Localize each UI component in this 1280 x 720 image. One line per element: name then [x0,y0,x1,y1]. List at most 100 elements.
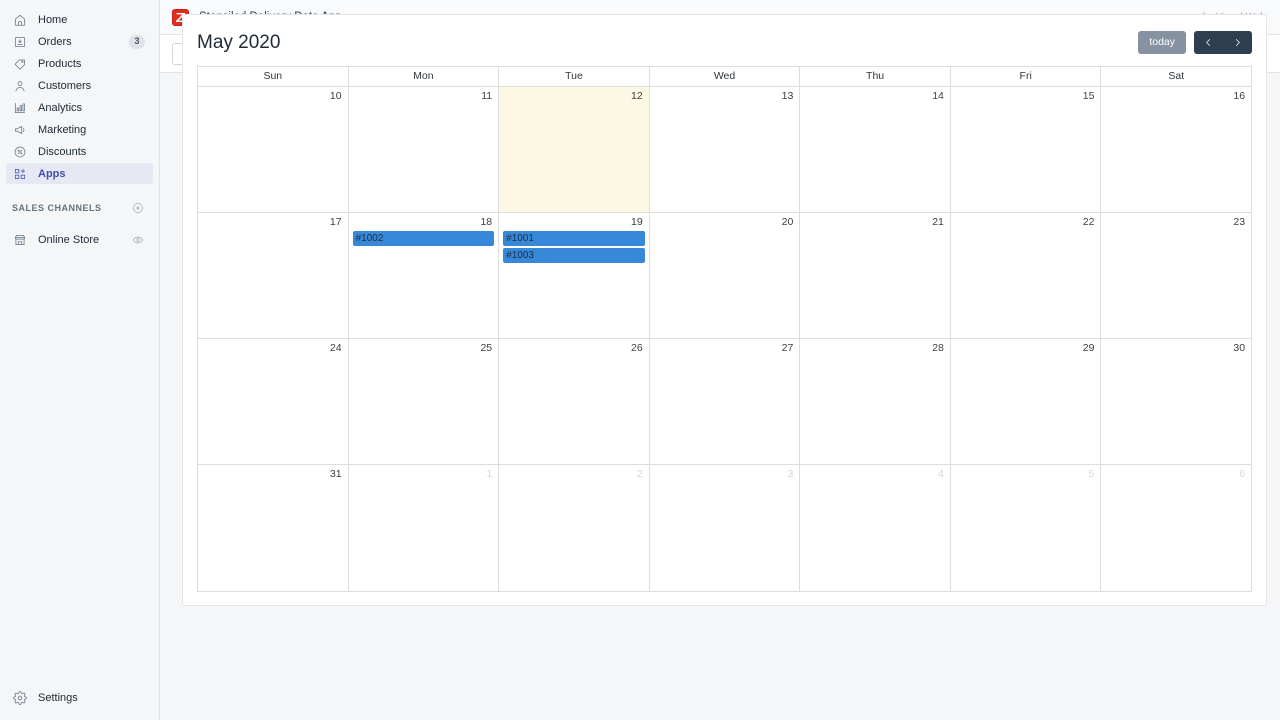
sidebar-channel-label: Online Store [38,234,131,246]
sidebar-item-home[interactable]: Home [6,9,153,30]
calendar-day-cell[interactable]: 20 [650,213,801,338]
app-root: HomeOrders3ProductsCustomersAnalyticsMar… [0,0,1280,720]
analytics-icon [13,101,27,115]
sidebar-item-orders[interactable]: Orders3 [6,31,153,52]
home-icon [12,12,28,28]
calendar-day-cell[interactable]: 10 [198,87,349,212]
store-icon [13,233,27,247]
calendar-day-cell[interactable]: 13 [650,87,801,212]
sidebar-item-label: Orders [38,36,129,48]
sidebar-item-analytics[interactable]: Analytics [6,97,153,118]
chevron-left-icon [1204,37,1213,48]
calendar-day-cell[interactable]: 12 [499,87,650,212]
calendar-day-cell[interactable]: 6 [1101,465,1251,591]
day-number: 3 [653,467,797,483]
home-icon [13,13,27,27]
calendar-day-cell[interactable]: 19#1001#1003 [499,213,650,338]
calendar-day-cell[interactable]: 16 [1101,87,1251,212]
day-number: 23 [1104,215,1248,231]
sidebar-item-settings-label: Settings [38,692,146,704]
calendar-day-cell[interactable]: 3 [650,465,801,591]
day-number: 14 [803,89,947,105]
day-number: 1 [352,467,496,483]
discounts-icon [13,145,27,159]
calendar-day-cell[interactable]: 26 [499,339,650,464]
calendar-day-cell[interactable]: 14 [800,87,951,212]
customers-icon [13,79,27,93]
sidebar-item-label: Discounts [38,146,145,158]
sidebar-item-apps[interactable]: Apps [6,163,153,184]
calendar-day-cell[interactable]: 27 [650,339,801,464]
calendar-week-row: 2425 26 27 28 29 30 [198,339,1251,465]
sidebar-item-label: Customers [38,80,145,92]
sidebar-nav-list: HomeOrders3 Products Customers Analytics Mar… [0,0,159,184]
products-icon [12,56,28,72]
day-of-week-row: SunMonTueWedThuFriSat [198,67,1251,87]
calendar-day-cell[interactable]: 30 [1101,339,1251,464]
calendar-card: May 2020 today SunMonTueWedThuFriSat [182,14,1267,606]
next-month-button[interactable] [1223,31,1252,54]
calendar-event[interactable]: #1002 [353,231,495,246]
calendar-day-cell[interactable]: 17 [198,213,349,338]
calendar-event[interactable]: #1003 [503,248,645,263]
calendar-day-cell[interactable]: 24 [198,339,349,464]
calendar-day-cell[interactable]: 2 [499,465,650,591]
calendar-week-row: 31123456 [198,465,1251,591]
day-number: 2 [502,467,646,483]
day-number: 18 [352,215,496,231]
day-header-tue: Tue [499,67,650,86]
day-header-sun: Sun [198,67,349,86]
prev-month-button[interactable] [1194,31,1223,54]
chevron-right-icon [1233,37,1242,48]
calendar-week-row: 10111213 141516 [198,87,1251,213]
calendar-day-cell[interactable]: 31 [198,465,349,591]
sidebar-item-marketing[interactable]: Marketing [6,119,153,140]
day-number: 20 [653,215,797,231]
eye-icon[interactable] [131,233,145,247]
day-number: 6 [1104,467,1248,483]
day-header-wed: Wed [650,67,801,86]
plus-circle-icon[interactable] [131,201,145,215]
day-number: 4 [803,467,947,483]
sales-channels-list: Online Store [0,220,159,250]
day-number: 28 [803,341,947,357]
calendar-day-cell[interactable]: 5 [951,465,1102,591]
calendar-day-cell[interactable]: 29 [951,339,1102,464]
sales-channels-label: SALES CHANNELS [12,203,131,213]
sidebar-channel-online-store[interactable]: Online Store [6,229,153,250]
analytics-icon [12,100,28,116]
calendar-day-cell[interactable]: 23 [1101,213,1251,338]
calendar-day-cell[interactable]: 15 [951,87,1102,212]
marketing-icon [12,122,28,138]
sales-channels-header: SALES CHANNELS [6,198,153,218]
calendar-day-cell[interactable]: 21 [800,213,951,338]
sidebar-item-products[interactable]: Products [6,53,153,74]
calendar-day-cell[interactable]: 1 [349,465,500,591]
calendar-weeks: 101112131415161718#100219#1001#100320212… [198,87,1251,591]
sidebar-item-label: Marketing [38,124,145,136]
calendar-day-cell[interactable]: 22 [951,213,1102,338]
day-number: 29 [954,341,1098,357]
day-number: 10 [201,89,345,105]
calendar-day-cell[interactable]: 18#1002 [349,213,500,338]
calendar-week-row: 1718#100219#1001#100320212223 [198,213,1251,339]
day-number: 30 [1104,341,1248,357]
day-number: 26 [502,341,646,357]
calendar-day-cell[interactable]: 28 [800,339,951,464]
day-number: 27 [653,341,797,357]
calendar-day-cell[interactable]: 4 [800,465,951,591]
calendar-day-cell[interactable]: 25 [349,339,500,464]
sidebar-item-customers[interactable]: Customers [6,75,153,96]
sidebar-item-discounts[interactable]: Discounts [6,141,153,162]
day-header-mon: Mon [349,67,500,86]
marketing-icon [13,123,27,137]
calendar-day-cell[interactable]: 11 [349,87,500,212]
calendar-event[interactable]: #1001 [503,231,645,246]
sidebar-item-label: Products [38,58,145,70]
sidebar-item-settings[interactable]: Settings [6,687,154,708]
today-button[interactable]: today [1138,31,1186,54]
day-events: #1002 [352,231,496,246]
day-number: 13 [653,89,797,105]
apps-icon [13,167,27,181]
day-number: 25 [352,341,496,357]
